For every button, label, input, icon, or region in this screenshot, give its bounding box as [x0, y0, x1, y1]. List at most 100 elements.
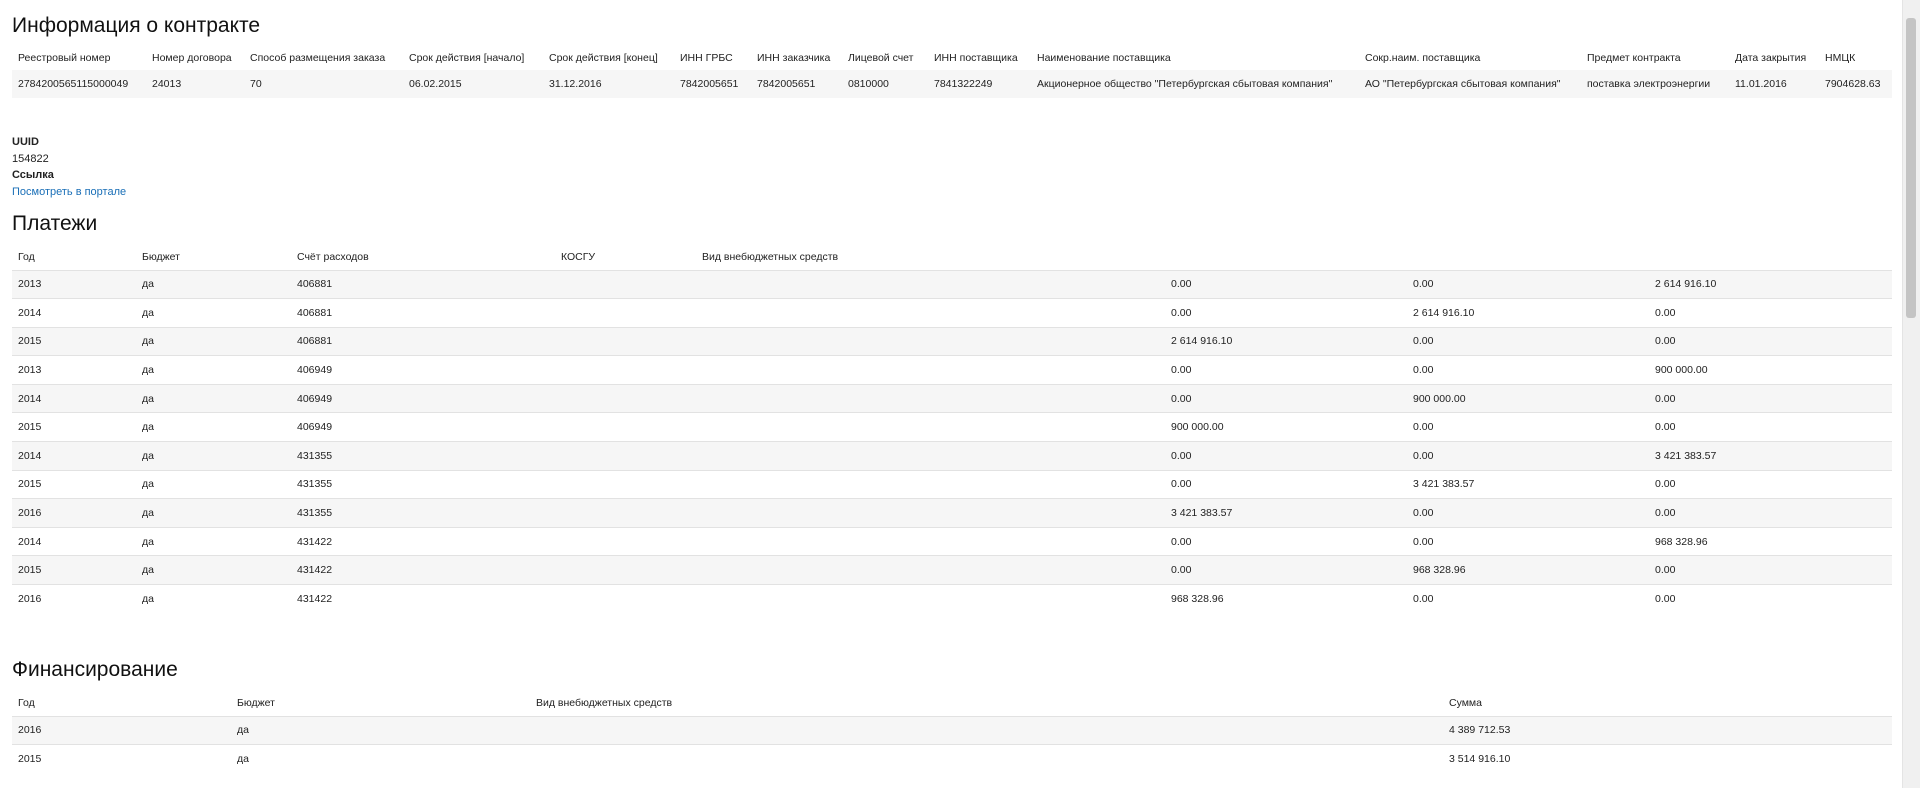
column-header: Вид внебюджетных средств [702, 250, 839, 263]
table-cell: 0.00 [1655, 564, 1676, 577]
table-row: 2015 да 406881 2 614 916.10 0.00 0.00 [12, 327, 1892, 356]
scrollbar-thumb[interactable] [1906, 18, 1916, 318]
table-cell [696, 585, 1165, 614]
table-cell: да [142, 278, 154, 291]
table-cell: да [142, 306, 154, 319]
table-cell: да [142, 392, 154, 405]
table-cell: 406949 [297, 392, 333, 405]
column-header: ИНН поставщика [934, 52, 1018, 64]
table-cell [696, 413, 1165, 442]
column-header: Год [18, 696, 35, 709]
table-cell [555, 327, 696, 356]
table-cell: 406881 [297, 335, 333, 348]
column-header: Срок действия [начало] [409, 52, 525, 64]
table-cell: 2016 [18, 593, 42, 606]
table-cell: 406949 [297, 364, 333, 377]
table-row: 2015 да 431422 0.00 968 328.96 0.00 [12, 555, 1892, 585]
table-row: 2015 да 431355 0.00 3 421 383.57 0.00 [12, 470, 1892, 499]
table-row: 2013 да 406949 0.00 0.00 900 000.00 [12, 355, 1892, 385]
portal-link[interactable]: Посмотреть в портале [12, 186, 126, 198]
table-cell: 3 421 383.57 [1171, 507, 1233, 520]
column-header: Лицевой счет [848, 52, 914, 64]
table-row: 2014 да 431355 0.00 0.00 3 421 383.57 [12, 441, 1892, 471]
table-cell: 2015 [18, 478, 42, 491]
table-cell [555, 299, 696, 328]
payments-body: 2013 да 406881 0.00 0.00 2 614 916.10 2014 да 40… [12, 270, 1892, 613]
table-cell: 431355 [297, 507, 333, 520]
table-cell: 2015 [18, 753, 42, 766]
table-cell: 2014 [18, 535, 42, 548]
table-cell [530, 745, 1443, 774]
column-header [1649, 244, 1892, 270]
contract-row: 2784200565115000049 24013 70 06.02.2015 31.1… [12, 70, 1892, 98]
table-cell: 2016 [18, 724, 42, 737]
table-row: 2016 да 4 389 712.53 [12, 716, 1892, 745]
table-cell: 4 389 712.53 [1449, 724, 1511, 737]
table-cell: 2015 [18, 421, 42, 434]
table-cell: 2015 [18, 564, 42, 577]
table-cell: 0.00 [1413, 535, 1434, 548]
table-cell: 0.00 [1655, 478, 1676, 491]
column-header: Наименование поставщика [1037, 52, 1171, 64]
table-cell [530, 716, 1443, 745]
table-cell: 431422 [297, 535, 333, 548]
table-cell: 0.00 [1413, 593, 1434, 606]
table-cell: да [142, 593, 154, 606]
contract-title: Информация о контракте [12, 14, 261, 37]
table-cell [555, 585, 696, 614]
table-cell: 406881 [297, 306, 333, 319]
table-row: 2014 да 406881 0.00 2 614 916.10 0.00 [12, 298, 1892, 328]
table-cell: 0.00 [1413, 335, 1434, 348]
table-cell: 431355 [297, 478, 333, 491]
uuid-label: UUID [12, 136, 39, 148]
column-header: Реестровый номер [18, 52, 111, 64]
table-cell: 431422 [297, 593, 333, 606]
table-cell [696, 470, 1165, 499]
table-cell: 2014 [18, 306, 42, 319]
table-cell: 0.00 [1171, 392, 1192, 405]
table-cell [555, 442, 696, 471]
table-cell: 2784200565115000049 [18, 78, 129, 90]
table-cell: Акционерное общество "Петербургская сбыт… [1037, 78, 1333, 90]
table-cell: да [142, 478, 154, 491]
table-cell: 2 614 916.10 [1655, 278, 1717, 291]
table-cell: 2013 [18, 364, 42, 377]
table-row: 2016 да 431422 968 328.96 0.00 0.00 [12, 584, 1892, 614]
payments-table: Год Бюджет Счёт расходов КОСГУ Вид внебюджет… [12, 244, 1892, 613]
table-cell: 2013 [18, 278, 42, 291]
vertical-scrollbar[interactable] [1902, 0, 1920, 788]
table-cell: да [142, 564, 154, 577]
table-cell [696, 499, 1165, 528]
column-header [1165, 244, 1407, 270]
table-cell: да [142, 421, 154, 434]
table-cell: 431422 [297, 564, 333, 577]
table-cell: 3 421 383.57 [1655, 449, 1717, 462]
table-cell: да [237, 724, 249, 737]
table-cell: 2016 [18, 507, 42, 520]
table-cell: 968 328.96 [1171, 593, 1224, 606]
column-header: Бюджет [142, 250, 180, 263]
table-cell: 2014 [18, 449, 42, 462]
table-cell: 24013 [152, 78, 182, 90]
column-header: Способ размещения заказа [250, 52, 386, 64]
table-cell: 0.00 [1655, 335, 1676, 348]
table-cell [696, 442, 1165, 471]
table-cell: 0.00 [1171, 535, 1192, 548]
link-label: Ссылка [12, 169, 54, 181]
table-cell: 70 [250, 78, 262, 90]
table-cell: 0.00 [1171, 449, 1192, 462]
table-cell [555, 499, 696, 528]
table-cell [555, 384, 696, 413]
table-cell: 968 328.96 [1655, 535, 1708, 548]
table-cell: да [142, 364, 154, 377]
financing-header-row: Год Бюджет Вид внебюджетных средств Сумма [12, 690, 1892, 716]
table-cell [696, 299, 1165, 328]
uuid-value: 154822 [12, 152, 49, 165]
contract-table: Реестровый номер Номер договора Способ раз… [12, 46, 1892, 98]
column-header: Бюджет [237, 696, 275, 709]
table-cell: 0.00 [1413, 507, 1434, 520]
column-header: ИНН заказчика [757, 52, 831, 64]
table-cell: 0.00 [1655, 421, 1676, 434]
table-cell [555, 556, 696, 585]
table-cell: 0.00 [1413, 278, 1434, 291]
